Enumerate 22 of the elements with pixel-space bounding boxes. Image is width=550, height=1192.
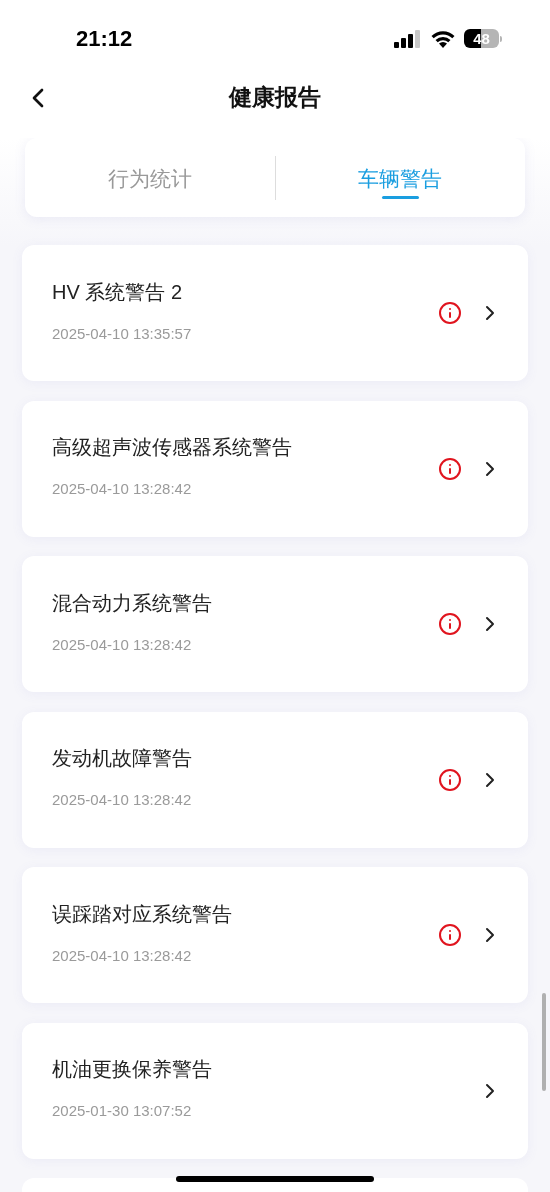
warning-card[interactable]: 机油更换保养警告 2025-01-30 13:07:52: [22, 1022, 528, 1159]
warning-title: 发动机故障警告: [52, 746, 193, 772]
warning-time: 2025-04-10 13:28:42: [52, 790, 193, 811]
status-time: 21:12: [76, 25, 133, 53]
warning-card[interactable]: 高级超声波传感器系统警告 2025-04-10 13:28:42: [22, 400, 528, 537]
warning-title: 误踩踏对应系统警告: [52, 901, 233, 927]
warning-card[interactable]: 混合动力系统警告 2025-04-10 13:28:42: [22, 556, 528, 692]
signal-icon: [394, 29, 422, 48]
warning-time: 2025-04-10 13:35:57: [52, 323, 193, 344]
warning-time: 2025-04-10 13:28:42: [52, 945, 193, 966]
warning-card[interactable]: 发动机故障警告 2025-04-10 13:28:42: [22, 711, 528, 848]
warning-title: 机油更换保养警告: [52, 1057, 213, 1083]
warning-card[interactable]: HV 系统警告 2 2025-04-10 13:35:57: [22, 245, 528, 381]
warning-card[interactable]: 误踩踏对应系统警告 2025-04-10 13:28:42: [22, 867, 528, 1003]
warning-title: 混合动力系统警告: [52, 590, 213, 616]
warning-title: HV 系统警告 2: [52, 279, 184, 305]
page-title: 健康报告: [229, 83, 321, 113]
warning-time: 2025-04-10 13:28:42: [52, 479, 193, 500]
wifi-icon: [430, 29, 456, 48]
warning-time: 2025-04-10 13:28:42: [52, 634, 193, 655]
warning-time: 2025-01-30 13:07:52: [52, 1101, 193, 1122]
warning-title: 高级超声波传感器系统警告: [52, 435, 293, 461]
